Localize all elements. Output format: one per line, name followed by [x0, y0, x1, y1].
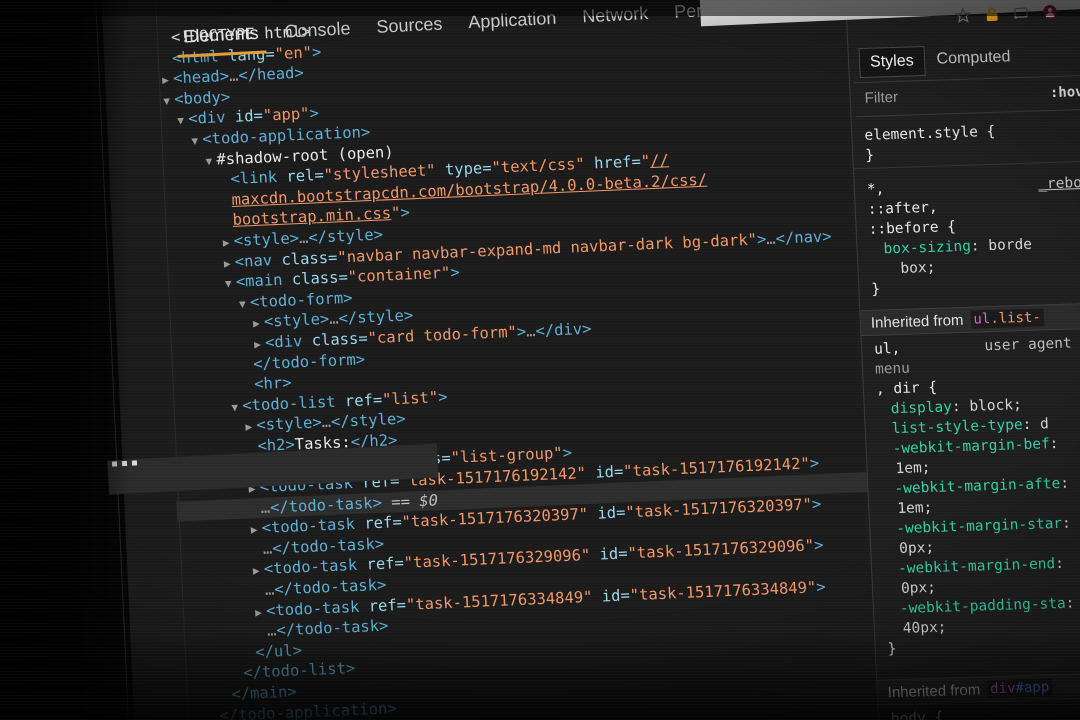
- devtools-tab-elements[interactable]: Elements: [170, 18, 272, 52]
- profile-icon[interactable]: [1042, 3, 1059, 20]
- dom-tree-node-text: </main>: [230, 682, 298, 704]
- decl-value-wrap: box;: [900, 259, 936, 277]
- rule-selector-after: ::after,: [867, 199, 938, 218]
- decl-prop[interactable]: list-style-type: [891, 417, 1023, 437]
- decl-prop[interactable]: display: [890, 399, 952, 417]
- rule-selector-star: *,: [866, 181, 885, 198]
- decl-prop[interactable]: -webkit-margin-bef: [892, 436, 1050, 457]
- devtools-tab-application[interactable]: Application: [455, 3, 570, 38]
- inherited-label: Inherited from: [870, 311, 964, 332]
- rule-element-style[interactable]: element.style { }: [864, 118, 1080, 166]
- devtools-tab-sources[interactable]: Sources: [363, 8, 456, 42]
- devtools-tab-console[interactable]: Console: [271, 13, 364, 47]
- decl-prop[interactable]: -webkit-margin-end: [898, 556, 1056, 577]
- hov-toggle[interactable]: :hov: [1050, 84, 1080, 101]
- styles-tab-styles[interactable]: Styles: [858, 46, 926, 79]
- dom-tree[interactable]: <!DOCTYPE html><html lang="en"><head>…</…: [159, 0, 916, 720]
- extension-lock-icon[interactable]: [984, 6, 1001, 23]
- decl-prop[interactable]: -webkit-margin-star: [896, 516, 1063, 537]
- monitor-photo-surface: Elements Console Sources Application Network…: [0, 0, 1080, 720]
- dom-tree-node-text: <body>: [173, 87, 231, 109]
- dom-tree-node-text: <todo-form>: [249, 288, 353, 311]
- inherited-from-ul-header: Inherited from ul.list-: [860, 301, 1080, 337]
- styles-pane-separator-2: [855, 108, 1080, 118]
- inherited-from-div-header: Inherited from div#app: [877, 671, 1080, 706]
- ua-declarations[interactable]: display: block; list-style-type: d -webkit…: [876, 392, 1080, 640]
- inherited-label-2: Inherited from: [887, 681, 981, 701]
- ua-selector-menu: menu: [874, 360, 911, 378]
- decl-value[interactable]: block;: [969, 397, 1022, 415]
- ua-rule-source: user agent style: [984, 334, 1080, 355]
- chip-element: ul: [973, 311, 991, 328]
- dom-tree-node-text: <hr>: [253, 373, 292, 394]
- devtools-tab-network[interactable]: Network: [569, 0, 662, 32]
- styles-filter-row[interactable]: Filter :hov .c: [864, 82, 1080, 107]
- inherited-chip-ul[interactable]: ul.list-: [970, 308, 1045, 329]
- star-icon[interactable]: [954, 7, 972, 24]
- ua-rule-selector: ul,: [873, 340, 901, 358]
- decl-value[interactable]: borde: [988, 237, 1032, 254]
- rule-close-brace-2: }: [871, 281, 881, 298]
- devtools-screenshot: Elements Console Sources Application Network…: [0, 0, 1080, 720]
- decl-prop[interactable]: box-sizing: [883, 239, 971, 258]
- rule-selector: element.style {: [864, 123, 996, 144]
- rule-selector-before: ::before {: [868, 219, 957, 238]
- chip-class: .list-: [989, 309, 1042, 328]
- styles-pane-tabs[interactable]: Styles Computed: [858, 43, 1021, 79]
- dom-tree-node-text: </ul>: [254, 641, 303, 662]
- ua-selector-dir: , dir {: [875, 379, 938, 398]
- cast-icon[interactable]: [1013, 5, 1030, 22]
- inherited-chip-div[interactable]: div#app: [986, 678, 1053, 699]
- styles-pane[interactable]: StylesComputed Filter :hov .c element.st…: [844, 0, 1080, 720]
- ua-close-brace: }: [887, 641, 897, 658]
- rule-close-brace: }: [864, 147, 875, 164]
- chip-element-2: div: [989, 680, 1016, 698]
- decl-prop[interactable]: -webkit-padding-sta: [900, 596, 1067, 617]
- decl-value[interactable]: d: [1040, 416, 1049, 432]
- rule-ul-user-agent[interactable]: ul, user agent style menu , dir { displa…: [874, 332, 1080, 660]
- rule-reboot[interactable]: *, _reboot.s ::after, ::before { box-siz…: [866, 172, 1080, 300]
- decl-prop[interactable]: -webkit-margin-afte: [894, 476, 1061, 497]
- rule-source-link[interactable]: _reboot.s: [1038, 172, 1080, 194]
- styles-filter-input[interactable]: Filter: [864, 89, 898, 107]
- body-rule-selector: body {: [890, 709, 944, 720]
- styles-tab-computed[interactable]: Computed: [926, 43, 1021, 76]
- chip-id: #app: [1015, 679, 1050, 697]
